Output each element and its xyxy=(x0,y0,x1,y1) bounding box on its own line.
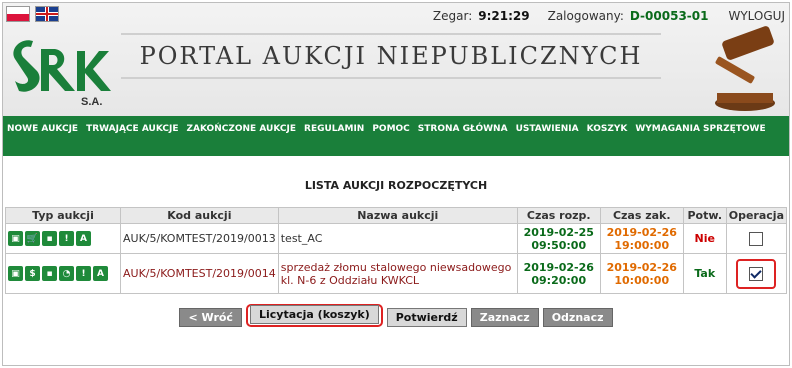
nav-item-home[interactable]: STRONA GŁÓWNA xyxy=(414,124,512,134)
name-cell[interactable]: test_AC xyxy=(277,223,518,254)
start-time: 09:50:00 xyxy=(531,238,587,252)
start-cell: 2019-02-26 09:20:00 xyxy=(516,253,601,294)
lock-icon[interactable]: ▪ xyxy=(42,231,57,246)
end-time: 19:00:00 xyxy=(614,238,670,252)
lock-icon[interactable]: ▪ xyxy=(42,266,57,281)
nav-item-new[interactable]: NOWE AUKCJE xyxy=(3,124,82,134)
header-name: Nazwa aukcji xyxy=(277,207,518,224)
polish-flag-icon[interactable] xyxy=(6,6,30,22)
header-confirm: Potw. xyxy=(682,207,727,224)
auctions-table: Typ aukcji Kod aukcji Nazwa aukcji Czas … xyxy=(5,207,788,294)
top-info: Zegar: 9:21:29 Zalogowany: D-00053-01 WY… xyxy=(433,9,785,23)
gavel-icon xyxy=(715,26,775,111)
nav-item-settings[interactable]: USTAWIENIA xyxy=(512,124,583,134)
nav-item-ongoing[interactable]: TRWAJĄCE AUKCJE xyxy=(82,124,182,134)
start-time: 09:20:00 xyxy=(531,273,587,287)
select-checkbox[interactable] xyxy=(749,266,764,281)
auction-type-icon[interactable]: ▣ xyxy=(8,266,23,281)
nav-item-rules[interactable]: REGULAMIN xyxy=(300,124,368,134)
button-bar: < Wróć Licytacja (koszyk) Potwierdź Zazn… xyxy=(3,304,789,327)
header-type: Typ aukcji xyxy=(5,207,121,224)
deselect-all-button[interactable]: Odznacz xyxy=(542,308,613,327)
start-cell: 2019-02-25 09:50:00 xyxy=(516,223,601,254)
clock-icon[interactable]: ◔ xyxy=(59,266,74,281)
nav-item-finished[interactable]: ZAKOŃCZONE AUKCJE xyxy=(183,124,301,134)
letter-a-icon[interactable]: A xyxy=(93,266,108,281)
operation-cell xyxy=(725,223,788,254)
portal-title: PORTAL AUKCJI NIEPUBLICZNYCH xyxy=(139,42,643,70)
type-cell: ▣ $ ▪ ◔ ! A xyxy=(5,253,121,294)
nav-item-requirements[interactable]: WYMAGANIA SPRZĘTOWE xyxy=(631,124,769,134)
logo-sub: S.A. xyxy=(81,96,102,107)
logout-link[interactable]: WYLOGUJ xyxy=(728,9,785,23)
table-row: ▣ $ ▪ ◔ ! A AUK/5/KOMTEST/2019/0014 sprz… xyxy=(5,253,788,294)
licytacja-highlight: Licytacja (koszyk) xyxy=(245,304,383,327)
operation-cell xyxy=(725,253,788,294)
clock-value: 9:21:29 xyxy=(478,9,530,23)
page-frame: Zegar: 9:21:29 Zalogowany: D-00053-01 WY… xyxy=(2,2,790,366)
type-cell: ▣ 🛒 ▪ ! A xyxy=(5,223,121,254)
table-row: ▣ 🛒 ▪ ! A AUK/5/KOMTEST/2019/0013 test_A… xyxy=(5,223,788,254)
table-header-row: Typ aukcji Kod aukcji Nazwa aukcji Czas … xyxy=(5,207,788,224)
cart-icon[interactable]: 🛒 xyxy=(25,231,40,246)
logged-label: Zalogowany: xyxy=(547,9,624,23)
end-cell: 2019-02-26 19:00:00 xyxy=(599,223,684,254)
nav-item-cart[interactable]: KOSZYK xyxy=(583,124,632,134)
end-cell: 2019-02-26 10:00:00 xyxy=(599,253,684,294)
select-checkbox[interactable] xyxy=(749,231,764,246)
english-flag-icon[interactable] xyxy=(35,6,59,22)
start-date: 2019-02-25 xyxy=(523,225,594,239)
dollar-icon[interactable]: $ xyxy=(25,266,40,281)
header-end: Czas zak. xyxy=(599,207,684,224)
user-id: D-00053-01 xyxy=(629,9,709,23)
main-nav: NOWE AUKCJE TRWAJĄCE AUKCJE ZAKOŃCZONE A… xyxy=(3,116,789,156)
end-date: 2019-02-26 xyxy=(606,260,677,274)
end-time: 10:00:00 xyxy=(614,273,670,287)
alert-icon[interactable]: ! xyxy=(76,266,91,281)
nav-item-help[interactable]: POMOC xyxy=(368,124,413,134)
name-cell[interactable]: sprzedaż złomu stalowego niewsadowego kl… xyxy=(277,253,518,294)
header-start: Czas rozp. xyxy=(516,207,601,224)
confirm-button[interactable]: Potwierdź xyxy=(386,308,467,327)
selection-highlight xyxy=(736,258,777,289)
header: Zegar: 9:21:29 Zalogowany: D-00053-01 WY… xyxy=(3,3,789,121)
header-code: Kod aukcji xyxy=(120,207,279,224)
letter-a-icon[interactable]: A xyxy=(76,231,91,246)
section-title: LISTA AUKCJI ROZPOCZĘTYCH xyxy=(304,179,488,192)
confirm-cell: Nie xyxy=(682,223,727,254)
licytacja-button[interactable]: Licytacja (koszyk) xyxy=(249,305,379,324)
srk-logo[interactable]: S.A. xyxy=(7,29,117,107)
code-cell[interactable]: AUK/5/KOMTEST/2019/0014 xyxy=(120,253,279,294)
clock-label: Zegar: xyxy=(432,9,473,23)
language-flags xyxy=(6,6,59,22)
end-date: 2019-02-26 xyxy=(606,225,677,239)
select-all-button[interactable]: Zaznacz xyxy=(470,308,539,327)
code-cell[interactable]: AUK/5/KOMTEST/2019/0013 xyxy=(120,223,279,254)
header-operation: Operacja xyxy=(725,207,788,224)
title-strip: PORTAL AUKCJI NIEPUBLICZNYCH xyxy=(121,33,661,79)
confirm-cell: Tak xyxy=(682,253,727,294)
alert-icon[interactable]: ! xyxy=(59,231,74,246)
start-date: 2019-02-26 xyxy=(523,260,594,274)
auction-type-icon[interactable]: ▣ xyxy=(8,231,23,246)
back-button[interactable]: < Wróć xyxy=(179,308,242,327)
